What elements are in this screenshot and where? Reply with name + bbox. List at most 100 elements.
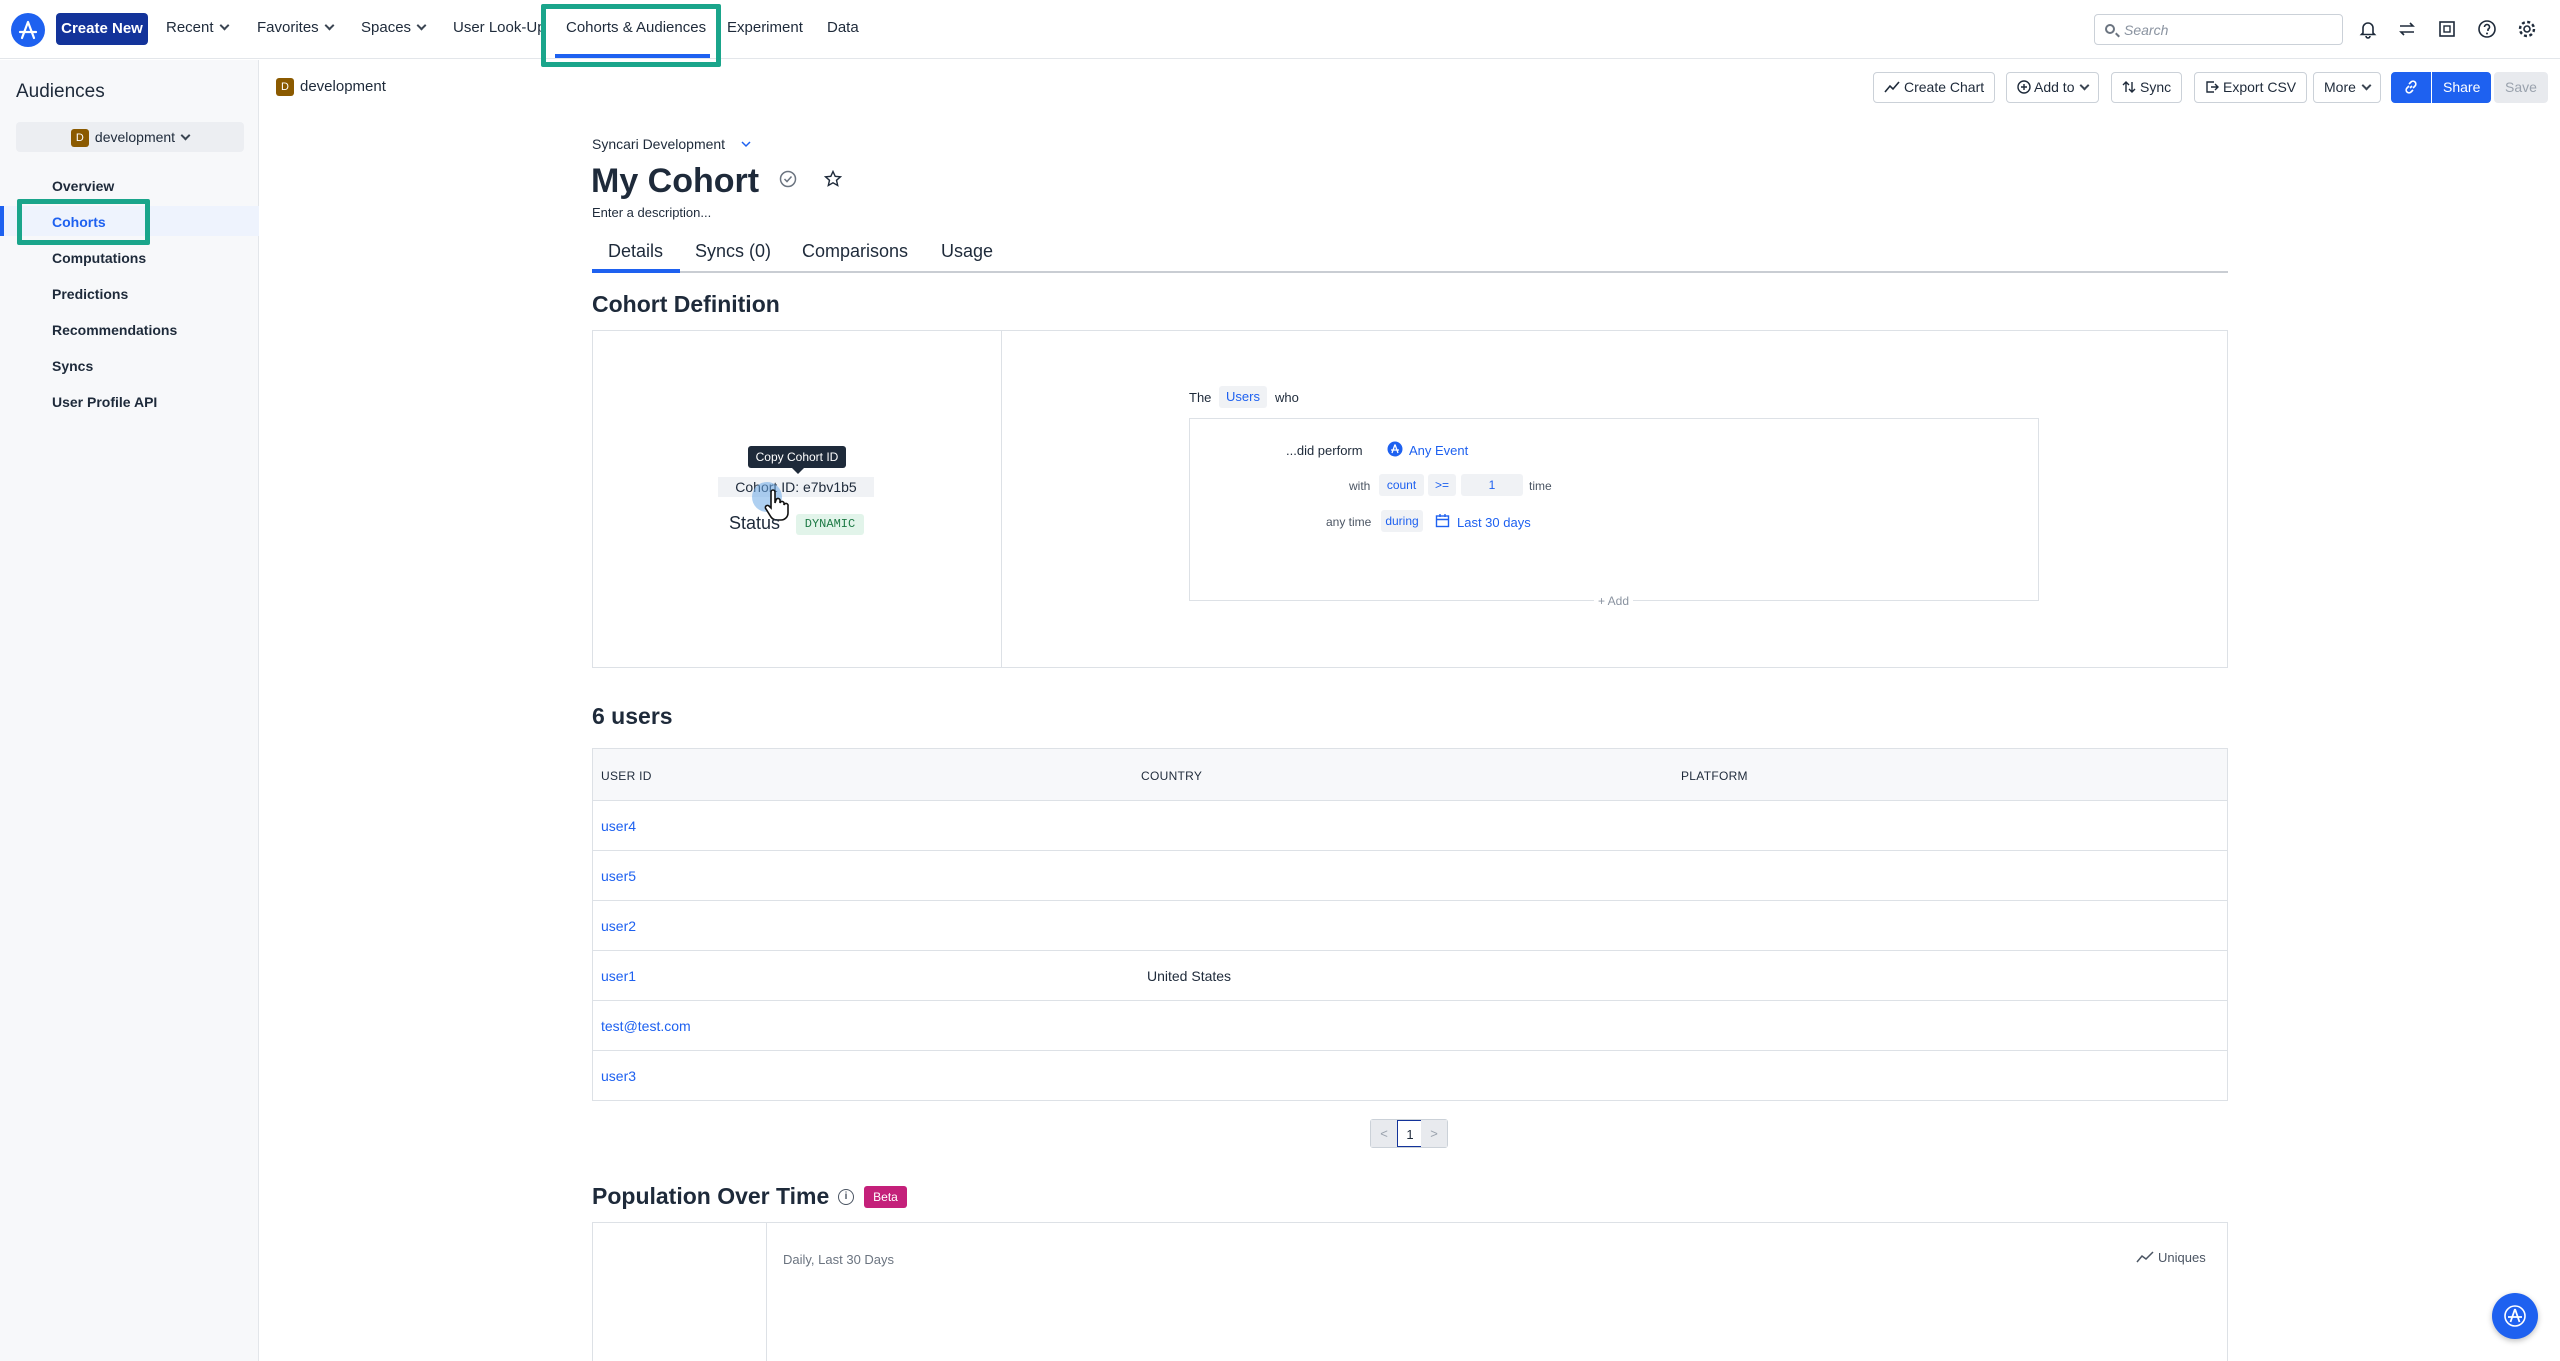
population-title: Population Over Time <box>592 1183 830 1209</box>
column-user-id[interactable]: USER ID <box>601 769 652 783</box>
column-platform[interactable]: PLATFORM <box>1681 769 1748 783</box>
bell-icon[interactable] <box>2357 18 2379 40</box>
operator-select[interactable]: >= <box>1428 474 1456 496</box>
user-id-link[interactable]: user2 <box>601 918 636 934</box>
amplitude-logo-icon <box>2504 1305 2526 1327</box>
star-icon[interactable] <box>823 169 843 188</box>
copy-cohort-id-tooltip: Copy Cohort ID <box>748 446 846 474</box>
count-value-input[interactable]: 1 <box>1461 474 1523 496</box>
info-icon[interactable]: i <box>838 1189 854 1205</box>
line-chart-icon <box>2136 1251 2154 1263</box>
rule-any-time[interactable]: any time <box>1326 515 1371 529</box>
nav-recent[interactable]: Recent <box>166 19 229 36</box>
sidebar-title: Audiences <box>16 81 105 102</box>
user-id-link[interactable]: user4 <box>601 818 636 834</box>
users-table: USER ID COUNTRY PLATFORM user4 user5 use… <box>592 748 2228 1101</box>
population-panel: Daily, Last 30 Days Uniques <box>592 1222 2228 1361</box>
nav-favorites[interactable]: Favorites <box>257 19 335 36</box>
workspace-select[interactable]: Ddevelopment <box>16 122 244 152</box>
nav-highlight-annotation <box>541 4 721 67</box>
export-csv-label: Export CSV <box>2223 79 2297 95</box>
apps-grid-icon[interactable] <box>2436 18 2458 40</box>
verified-check-icon[interactable] <box>779 170 797 188</box>
during-select[interactable]: during <box>1381 510 1423 532</box>
rule-the: The <box>1189 390 1212 405</box>
nav-user-lookup[interactable]: User Look-Up <box>453 19 546 36</box>
rule-time: time <box>1529 479 1552 493</box>
nav-spaces[interactable]: Spaces <box>361 19 427 36</box>
nav-data[interactable]: Data <box>827 19 859 36</box>
settings-gear-icon[interactable] <box>2516 18 2538 40</box>
count-select[interactable]: count <box>1379 474 1424 496</box>
cohort-id-copy[interactable]: Cohort ID: e7bv1b5 <box>718 477 874 497</box>
sidebar: Audiences Ddevelopment Overview Cohorts … <box>0 60 259 1361</box>
tab-details[interactable]: Details <box>608 241 663 262</box>
table-row: user4 <box>593 801 2227 851</box>
column-country[interactable]: COUNTRY <box>1141 769 1202 783</box>
create-new-button[interactable]: Create New <box>56 13 148 45</box>
sync-arrows-icon[interactable] <box>2396 18 2418 40</box>
status-label: Status <box>729 513 781 533</box>
rule-with: with <box>1349 479 1371 493</box>
user-country: United States <box>1147 968 1232 984</box>
rule-did-perform[interactable]: ...did perform <box>1286 443 1363 458</box>
sync-icon <box>2122 81 2136 93</box>
project-indicator[interactable]: Ddevelopment <box>276 78 386 96</box>
assistant-fab-button[interactable] <box>2492 1293 2538 1339</box>
chevron-down-icon <box>324 20 335 31</box>
metric-select[interactable]: Uniques <box>2136 1250 2206 1265</box>
table-row: user5 <box>593 851 2227 901</box>
search-input[interactable]: Search <box>2094 14 2343 45</box>
user-id-link[interactable]: user5 <box>601 868 636 884</box>
amplitude-logo-icon[interactable] <box>11 13 45 47</box>
export-csv-button[interactable]: Export CSV <box>2194 72 2308 103</box>
sidebar-item-predictions[interactable]: Predictions <box>52 286 128 302</box>
add-condition-button[interactable]: + Add <box>1594 594 1634 608</box>
page-title[interactable]: My Cohort <box>591 162 843 201</box>
date-range-select[interactable]: Last 30 days <box>1457 515 1531 530</box>
table-row: user3 <box>593 1051 2227 1101</box>
event-icon <box>1387 441 1403 457</box>
tab-usage[interactable]: Usage <box>941 241 993 262</box>
link-icon <box>2405 80 2417 94</box>
chevron-down-icon <box>180 130 191 141</box>
more-button[interactable]: More <box>2313 72 2381 103</box>
pager-page-1[interactable]: 1 <box>1397 1120 1423 1147</box>
share-button[interactable]: Share <box>2432 72 2492 103</box>
create-chart-label: Create Chart <box>1904 79 1985 95</box>
search-icon <box>2105 24 2115 34</box>
add-to-button[interactable]: Add to <box>2006 72 2100 103</box>
entity-select[interactable]: Users <box>1219 386 1267 408</box>
tab-syncs[interactable]: Syncs (0) <box>695 241 771 262</box>
sync-button[interactable]: Sync <box>2111 72 2183 103</box>
create-chart-button[interactable]: Create Chart <box>1873 72 1996 103</box>
description-field[interactable]: Enter a description... <box>592 205 711 220</box>
event-select[interactable]: Any Event <box>1409 443 1468 458</box>
sidebar-item-overview[interactable]: Overview <box>52 178 114 194</box>
tab-comparisons[interactable]: Comparisons <box>802 241 908 262</box>
copy-link-button[interactable] <box>2391 72 2431 103</box>
sidebar-item-syncs[interactable]: Syncs <box>52 358 93 374</box>
sidebar-item-recommendations[interactable]: Recommendations <box>52 322 177 338</box>
table-row: user1 United States <box>593 951 2227 1001</box>
beta-badge: Beta <box>864 1186 907 1208</box>
user-id-link[interactable]: test@test.com <box>601 1018 691 1034</box>
sidebar-item-user-profile-api[interactable]: User Profile API <box>52 394 157 410</box>
pager-prev-button[interactable]: < <box>1371 1120 1397 1147</box>
user-id-link[interactable]: user1 <box>601 968 636 984</box>
nav-experiment[interactable]: Experiment <box>727 19 803 36</box>
pager-next-button[interactable]: > <box>1421 1120 1447 1147</box>
save-button[interactable]: Save <box>2494 72 2548 103</box>
help-icon[interactable] <box>2476 18 2498 40</box>
chevron-down-icon <box>416 20 427 31</box>
breadcrumb[interactable]: Syncari Development <box>592 136 751 152</box>
status-badge: DYNAMIC <box>796 514 864 535</box>
chevron-down-icon <box>2361 80 2372 91</box>
user-id-link[interactable]: user3 <box>601 1068 636 1084</box>
table-row: test@test.com <box>593 1001 2227 1051</box>
sidebar-item-computations[interactable]: Computations <box>52 250 146 266</box>
rule-who: who <box>1275 390 1299 405</box>
chevron-down-icon <box>741 141 751 148</box>
cohort-id-value: e7bv1b5 <box>802 479 857 495</box>
table-row: user2 <box>593 901 2227 951</box>
